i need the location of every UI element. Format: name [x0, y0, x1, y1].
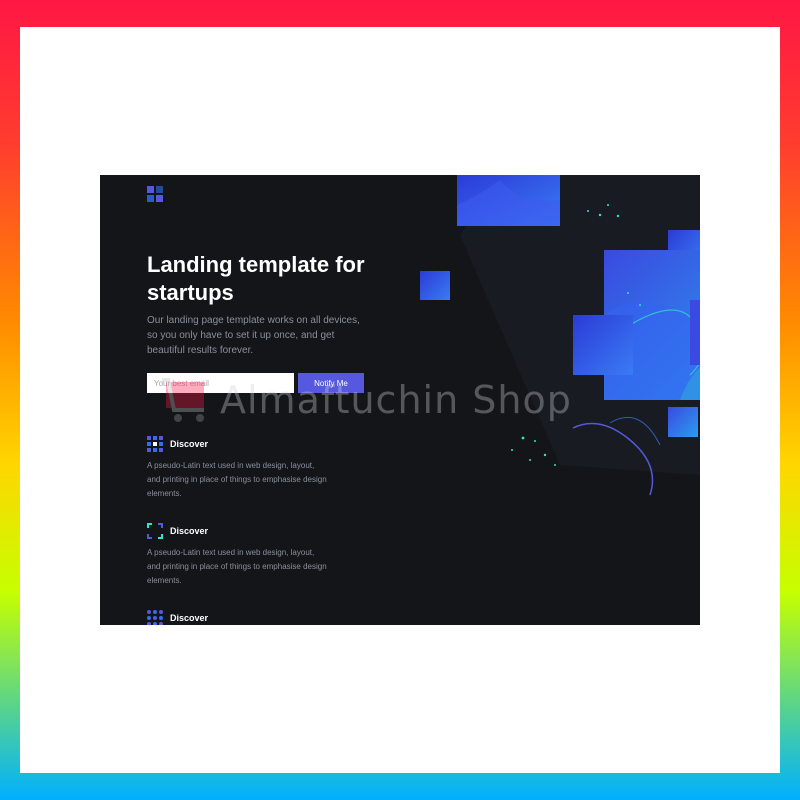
feature-title: Discover	[170, 613, 209, 623]
feature-item: Discover A pseudo-Latin text used in web…	[147, 436, 347, 501]
feature-title: Discover	[170, 439, 209, 449]
logo-mark-icon[interactable]	[147, 186, 163, 202]
hero-illustration	[420, 175, 700, 496]
hero-title: Landing template for startups	[147, 252, 365, 305]
feature-item: Discover	[147, 610, 347, 625]
feature-title: Discover	[170, 526, 209, 536]
landing-page-screenshot: Landing template for startups Our landin…	[100, 175, 700, 625]
hero-description: Our landing page template works on all d…	[147, 315, 360, 356]
feature-item: Discover A pseudo-Latin text used in web…	[147, 523, 347, 588]
grid-dots-icon	[147, 436, 163, 452]
feature-text: A pseudo-Latin text used in web design, …	[147, 548, 327, 585]
focus-frame-icon	[147, 523, 163, 539]
grid-dots-icon	[147, 610, 163, 625]
feature-text: A pseudo-Latin text used in web design, …	[147, 461, 327, 498]
email-input[interactable]	[147, 373, 294, 393]
notify-me-button[interactable]: Notify Me	[298, 373, 364, 393]
